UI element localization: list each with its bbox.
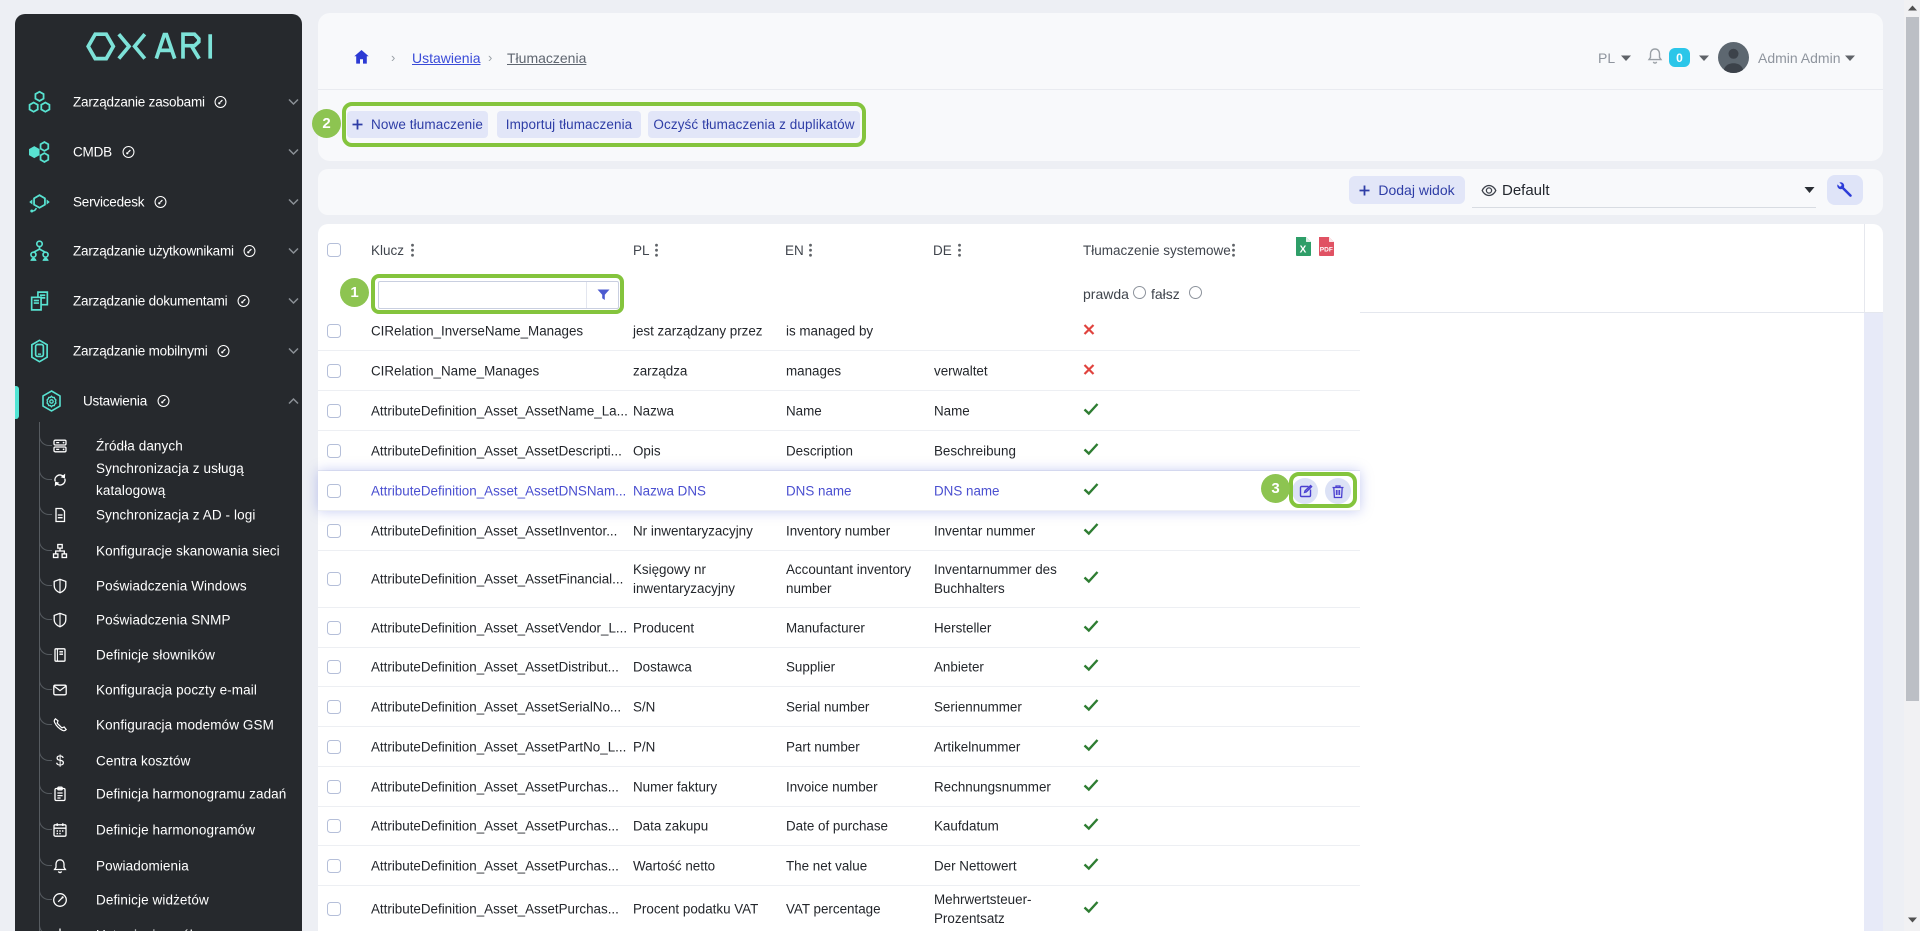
svg-text:X: X: [1300, 245, 1307, 256]
svg-text:PDF: PDF: [1320, 247, 1333, 254]
